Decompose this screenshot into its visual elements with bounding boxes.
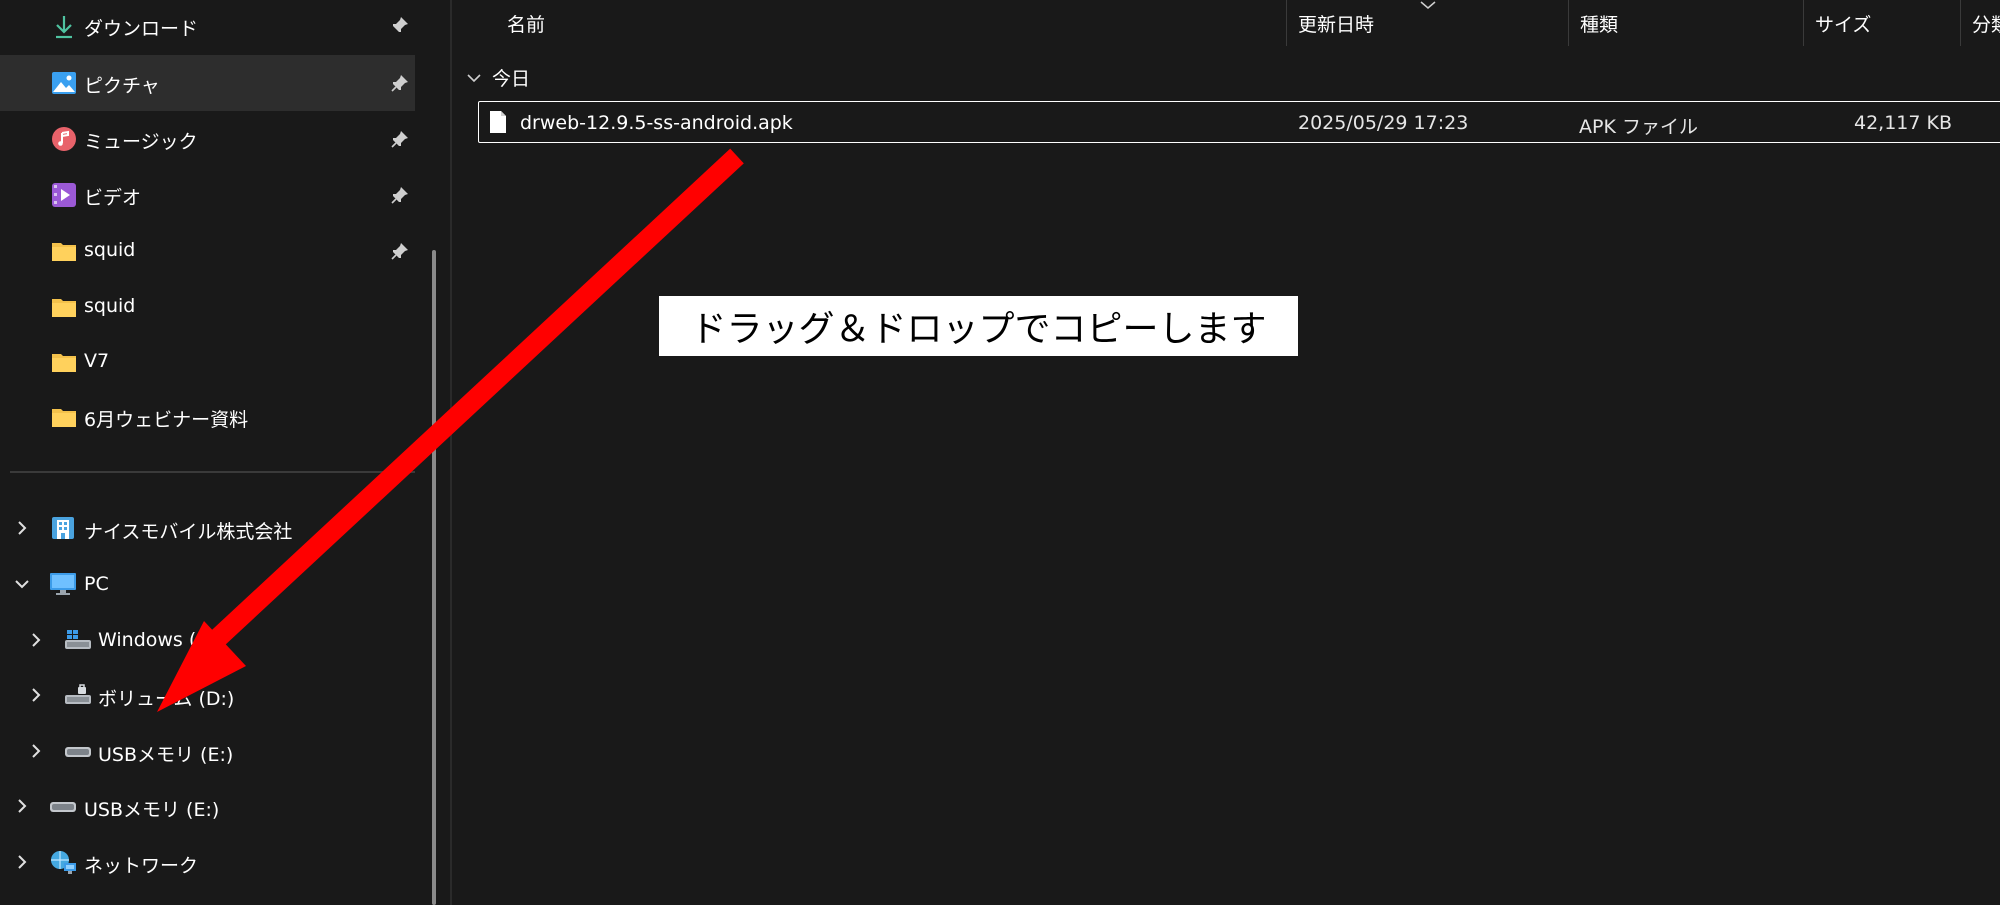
column-separator[interactable] (1960, 0, 1961, 46)
sort-descending-icon (1420, 1, 1436, 9)
tree-item-label: ボリューム (D:) (98, 688, 235, 710)
annotation-callout: ドラッグ＆ドロップでコピーします (659, 296, 1298, 356)
tree-item-drive-d[interactable]: ボリューム (D:) (0, 667, 415, 723)
column-separator[interactable] (1286, 0, 1287, 46)
folder-icon (51, 294, 77, 320)
file-name[interactable]: drweb-12.9.5-ss-android.apk (520, 112, 793, 134)
tree-item-label: ネットワーク (84, 855, 199, 877)
column-header-modified[interactable]: 更新日時 (1298, 10, 1374, 37)
folder-icon (51, 238, 77, 264)
usb-drive-icon (64, 738, 92, 764)
pin-icon[interactable] (389, 128, 411, 150)
chevron-right-icon[interactable] (12, 796, 32, 816)
file-modified: 2025/05/29 17:23 (1298, 112, 1469, 134)
sidebar-item-webinar-folder[interactable]: 6月ウェビナー資料 (0, 389, 415, 445)
chevron-down-icon[interactable] (12, 574, 32, 594)
sidebar-item-downloads[interactable]: ダウンロード (0, 0, 415, 56)
windows-drive-icon (64, 627, 92, 653)
folder-icon (51, 349, 77, 375)
sidebar-item-label: squid (84, 239, 136, 261)
video-icon (51, 182, 77, 208)
column-separator[interactable] (1803, 0, 1804, 46)
group-header-today[interactable]: 今日 (466, 64, 530, 91)
chevron-right-icon[interactable] (12, 852, 32, 872)
sidebar-item-label: ピクチャ (84, 75, 160, 97)
usb-drive-icon (49, 793, 77, 819)
tree-item-pc[interactable]: PC (0, 556, 415, 612)
file-type: APK ファイル (1579, 116, 1698, 138)
group-title: 今日 (492, 68, 531, 90)
folder-icon (51, 404, 77, 430)
sidebar-item-label: ミュージック (84, 131, 198, 153)
music-icon (51, 126, 77, 152)
tree-item-usb-nested[interactable]: USBメモリ (E:) (0, 723, 415, 779)
column-header-name[interactable]: 名前 (507, 10, 545, 37)
tree-item-label: USBメモリ (E:) (84, 799, 220, 821)
file-icon (490, 111, 506, 133)
sidebar-item-v7[interactable]: V7 (0, 334, 415, 390)
network-icon (49, 849, 77, 875)
sidebar-item-squid[interactable]: squid (0, 279, 415, 335)
sidebar-divider (10, 471, 415, 473)
file-row[interactable]: drweb-12.9.5-ss-android.apk 2025/05/29 1… (478, 101, 2000, 143)
download-icon (51, 14, 77, 40)
chevron-down-icon (467, 73, 481, 82)
sidebar-item-label: ビデオ (84, 187, 142, 209)
sidebar-item-pictures[interactable]: ピクチャ (0, 55, 415, 111)
column-header-extra[interactable]: 分類 (1972, 10, 2000, 37)
pin-icon[interactable] (389, 184, 411, 206)
tree-item-label: USBメモリ (E:) (98, 744, 234, 766)
sidebar-item-label: V7 (84, 350, 110, 372)
pin-icon[interactable] (389, 240, 411, 262)
chevron-right-icon[interactable] (26, 630, 46, 650)
chevron-right-icon[interactable] (12, 518, 32, 538)
column-header-type[interactable]: 種類 (1580, 10, 1618, 37)
pin-icon[interactable] (389, 14, 411, 36)
sidebar-item-label: 6月ウェビナー資料 (84, 409, 249, 431)
file-explorer-window: ダウンロード ピクチャ ミュージック ビデオ squid squid V7 6月… (0, 0, 2000, 905)
pin-icon[interactable] (389, 72, 411, 94)
file-size: 42,117 KB (1854, 112, 1953, 134)
chevron-right-icon[interactable] (26, 741, 46, 761)
tree-item-label: PC (84, 573, 109, 595)
navigation-pane: ダウンロード ピクチャ ミュージック ビデオ squid squid V7 6月… (0, 0, 436, 905)
tree-item-network[interactable]: ネットワーク (0, 834, 415, 890)
tree-item-usb[interactable]: USBメモリ (E:) (0, 778, 415, 834)
pane-divider[interactable] (450, 0, 452, 905)
pictures-icon (51, 70, 77, 96)
drive-icon (64, 682, 92, 708)
sidebar-item-videos[interactable]: ビデオ (0, 167, 415, 223)
tree-item-organization[interactable]: ナイスモバイル株式会社 (0, 500, 415, 556)
tree-item-label: Windows (C:) (98, 629, 224, 651)
tree-item-drive-c[interactable]: Windows (C:) (0, 612, 415, 668)
sidebar-item-squid-pinned[interactable]: squid (0, 223, 415, 279)
sidebar-item-label: ダウンロード (84, 18, 199, 40)
sidebar-item-label: squid (84, 295, 136, 317)
tree-item-label: ナイスモバイル株式会社 (84, 521, 293, 543)
pc-icon (49, 571, 77, 597)
building-icon (49, 515, 77, 541)
column-separator[interactable] (1568, 0, 1569, 46)
sidebar-item-music[interactable]: ミュージック (0, 111, 415, 167)
chevron-right-icon[interactable] (26, 685, 46, 705)
column-header-size[interactable]: サイズ (1815, 10, 1871, 37)
sidebar-scrollbar[interactable] (432, 250, 436, 905)
